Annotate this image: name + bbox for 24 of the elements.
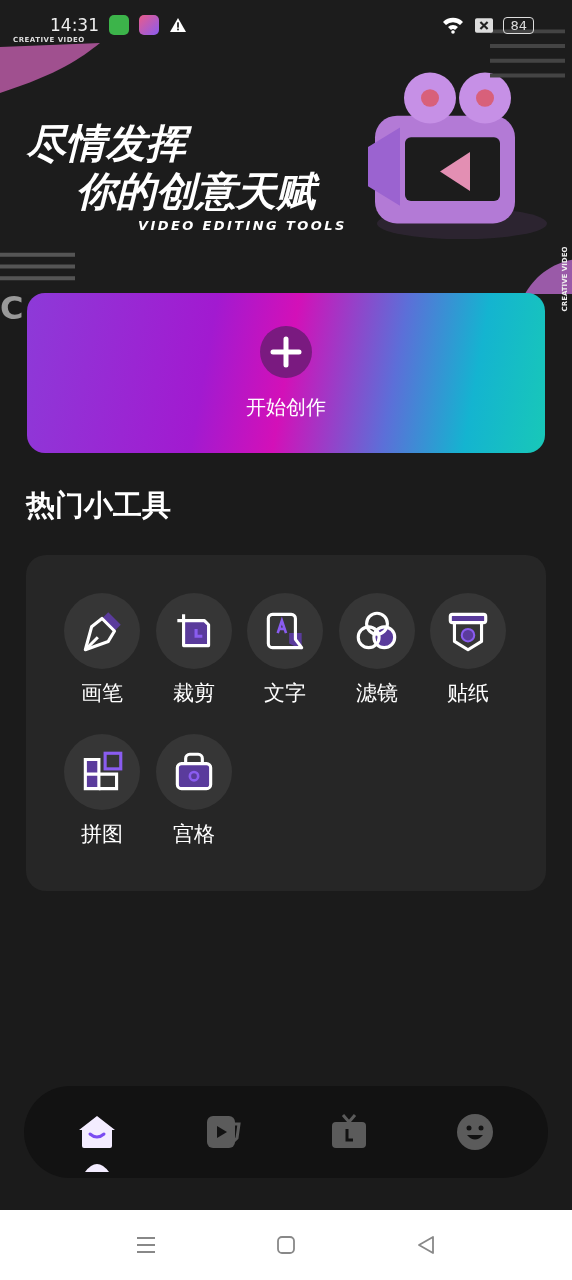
wifi-icon <box>441 16 466 34</box>
battery-level: 84 <box>503 16 534 34</box>
banner-headline: 你的创意天赋 <box>76 166 326 216</box>
banner-subtitle: VIDEO EDITING TOOLS <box>138 218 348 233</box>
start-create-card[interactable]: 开始创作 <box>27 293 545 453</box>
tool-button[interactable]: 文字 <box>246 593 324 707</box>
tool-button[interactable]: 裁剪 <box>154 593 233 707</box>
banner-corner-text: C <box>0 292 24 324</box>
tool-button[interactable]: 画笔 <box>63 593 141 707</box>
smiley-icon <box>455 1112 495 1152</box>
section-title: 热门小工具 <box>26 487 172 524</box>
tool-button[interactable]: 贴纸 <box>429 593 507 707</box>
active-indicator <box>85 1162 109 1172</box>
home-square-icon[interactable] <box>274 1233 298 1257</box>
tool-button[interactable]: 滤镜 <box>337 593 416 707</box>
tool-button[interactable]: 宫格 <box>154 734 233 848</box>
app-notification-icon <box>139 15 159 35</box>
tool-button[interactable]: 拼图 <box>63 734 141 848</box>
warning-icon <box>169 17 187 33</box>
banner-headline: 尽情发挥 <box>26 118 196 168</box>
plus-icon <box>260 325 312 378</box>
start-create-label: 开始创作 <box>246 393 326 421</box>
app-notification-icon <box>109 15 129 35</box>
status-time: 14:31 <box>50 15 99 35</box>
